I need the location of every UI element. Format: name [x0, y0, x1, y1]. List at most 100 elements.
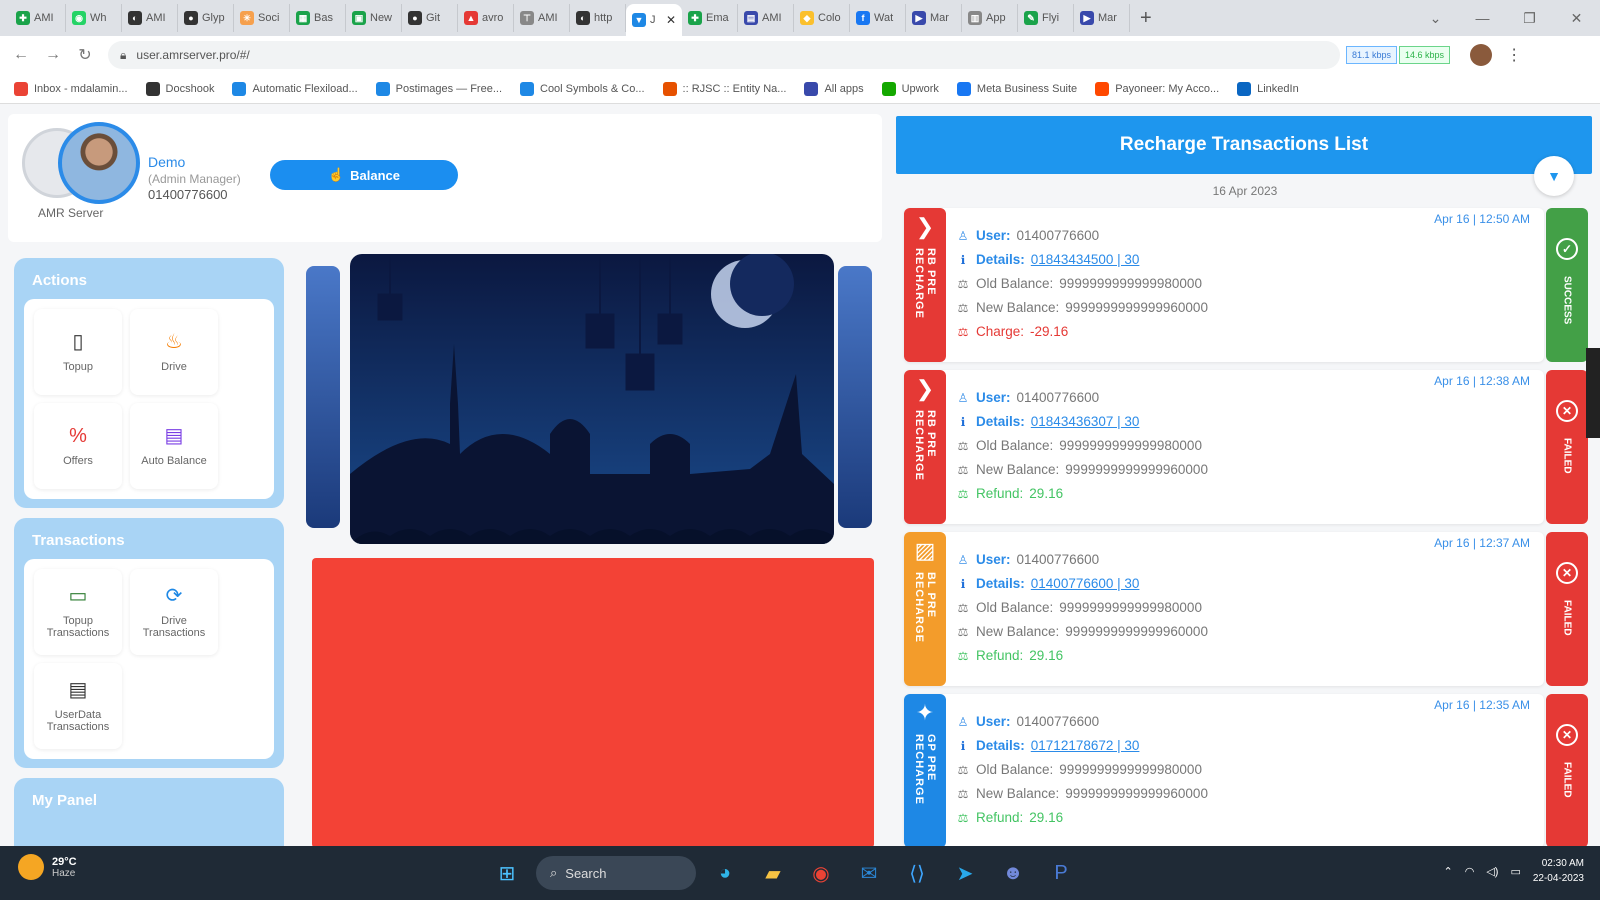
action-tile-topup[interactable]: ▯ Topup	[34, 309, 122, 395]
bookmark-item[interactable]: LinkedIn	[1237, 81, 1299, 96]
browser-tab[interactable]: ● Glyp	[178, 4, 234, 32]
browser-tab[interactable]: ▶ Mar	[1074, 4, 1130, 32]
tx-new-balance-value: 9999999999999960000	[1065, 786, 1208, 801]
bookmark-item[interactable]: All apps	[804, 81, 864, 96]
tx-details-link[interactable]: 01400776600 | 30	[1031, 576, 1140, 591]
transaction-card[interactable]: ❯ RB PRE RECHARGE Apr 16 | 12:38 AM ♙ Us…	[904, 370, 1544, 524]
start-icon[interactable]: ⊞	[488, 854, 526, 892]
browser-tab[interactable]: f Wat	[850, 4, 906, 32]
new-tab-button[interactable]: +	[1140, 7, 1152, 30]
forward-icon[interactable]: →	[44, 46, 62, 64]
bookmark-label: Upwork	[901, 82, 939, 95]
balance-icon: ⚖	[957, 300, 969, 315]
browser-tab[interactable]: ◉ Wh	[66, 4, 122, 32]
close-tab-icon[interactable]: ✕	[666, 13, 676, 27]
profile-avatar[interactable]	[1470, 44, 1493, 66]
balance-button[interactable]: ☝ Balance	[270, 160, 458, 190]
carousel-main-slide[interactable]	[350, 254, 834, 544]
browser-tab[interactable]: ✚ AMI	[10, 4, 66, 32]
bookmark-favicon-icon	[956, 81, 971, 96]
browser-tab[interactable]: ✚ Ema	[682, 4, 738, 32]
tx-details-link[interactable]: 01712178672 | 30	[1031, 738, 1140, 753]
tx-new-balance-row: ⚖ New Balance: 9999999999999960000	[956, 462, 1208, 477]
action-tile-offers[interactable]: % Offers	[34, 403, 122, 489]
action-tile-drive-transactions[interactable]: ⟳ Drive Transactions	[130, 569, 218, 655]
clock-time: 02:30 AM	[1541, 858, 1584, 869]
avatar[interactable]	[58, 122, 140, 204]
browser-tab[interactable]: ▼ J ✕	[626, 4, 682, 36]
tx-details-link[interactable]: 01843434500 | 30	[1031, 252, 1140, 267]
battery-icon[interactable]: ▭	[1510, 865, 1520, 878]
browser-tab[interactable]: ◐ http	[570, 4, 626, 32]
action-tile-auto-balance[interactable]: ▤ Auto Balance	[130, 403, 218, 489]
chrome-icon[interactable]: ◉	[802, 854, 840, 892]
profile-name[interactable]: Demo	[148, 154, 185, 170]
edge-icon[interactable]: ◕	[706, 854, 744, 892]
browser-tab[interactable]: ▥ App	[962, 4, 1018, 32]
tray-chevron-icon[interactable]: ⌃	[1443, 865, 1452, 878]
vscode-icon[interactable]: ⟨⟩	[898, 854, 936, 892]
browser-tab[interactable]: ▤ AMI	[738, 4, 794, 32]
fire-icon: ♨	[165, 331, 183, 353]
tab-favicon-icon: ▦	[296, 11, 310, 25]
file-explorer-icon[interactable]: ▰	[754, 854, 792, 892]
telegram-icon[interactable]: ➤	[946, 854, 984, 892]
clock[interactable]: 02:30 AM 22-04-2023	[1533, 856, 1584, 886]
tx-details-link[interactable]: 01843436307 | 30	[1031, 414, 1140, 429]
filter-icon[interactable]: ▼	[1534, 156, 1574, 196]
balance-button-label: Balance	[350, 167, 401, 183]
banner-carousel[interactable]	[306, 254, 880, 544]
side-tab[interactable]	[1586, 348, 1600, 438]
promo-banner[interactable]	[312, 558, 874, 846]
action-tile-drive[interactable]: ♨ Drive	[130, 309, 218, 395]
transaction-card[interactable]: ▨ BL PRE RECHARGE Apr 16 | 12:37 AM ♙ Us…	[904, 532, 1544, 686]
browser-tab[interactable]: ▲ avro	[458, 4, 514, 32]
info-icon: ℹ	[960, 414, 966, 429]
weather-widget[interactable]: 29°C Haze	[18, 854, 77, 880]
bookmark-item[interactable]: Meta Business Suite	[956, 81, 1077, 96]
address-bar[interactable]: 🔒︎ user.amrserver.pro/#/	[108, 41, 1340, 69]
bookmark-favicon-icon	[662, 81, 677, 96]
browser-tab[interactable]: ▦ Bas	[290, 4, 346, 32]
browser-tab[interactable]: ⊤ AMI	[514, 4, 570, 32]
action-tile-userdata-transactions[interactable]: ▤ UserData Transactions	[34, 663, 122, 749]
close-window-icon[interactable]: ✕	[1553, 10, 1600, 27]
tab-search-icon[interactable]: ⌄	[1412, 10, 1459, 27]
discord-icon[interactable]: ☻	[994, 854, 1032, 892]
transaction-card[interactable]: ✦ GP PRE RECHARGE Apr 16 | 12:35 AM ♙ Us…	[904, 694, 1544, 846]
bookmark-item[interactable]: Postimages — Free...	[375, 81, 502, 96]
taskbar-search[interactable]: ⌕ Search	[536, 856, 696, 890]
back-icon[interactable]: ←	[12, 46, 30, 64]
pycharm-icon[interactable]: P	[1042, 854, 1080, 892]
user-icon: ♙	[957, 714, 969, 729]
user-icon: ♙	[957, 552, 969, 567]
action-tile-topup-transactions[interactable]: ▭ Topup Transactions	[34, 569, 122, 655]
browser-tab[interactable]: ◐ AMI	[122, 4, 178, 32]
maximize-icon[interactable]: ❐	[1506, 10, 1553, 27]
reload-icon[interactable]: ↻	[76, 45, 94, 65]
volume-icon[interactable]: ◁)	[1486, 865, 1498, 878]
transaction-card[interactable]: ❯ RB PRE RECHARGE Apr 16 | 12:50 AM ♙ Us…	[904, 208, 1544, 362]
bookmark-item[interactable]: Payoneer: My Acco...	[1095, 81, 1219, 96]
download-speed: 81.1 kbps	[1346, 46, 1398, 64]
browser-tab[interactable]: ● Git	[402, 4, 458, 32]
browser-tab[interactable]: ✳ Soci	[234, 4, 290, 32]
bookmark-item[interactable]: Automatic Flexiload...	[232, 81, 358, 96]
menu-icon[interactable]: ⋮	[1506, 45, 1522, 65]
bookmark-item[interactable]: :: RJSC :: Entity Na...	[662, 81, 786, 96]
browser-tab[interactable]: ▣ New	[346, 4, 402, 32]
fee-icon: ⚖	[957, 810, 969, 825]
outlook-icon[interactable]: ✉	[850, 854, 888, 892]
browser-tab[interactable]: ✎ Flyi	[1018, 4, 1074, 32]
carousel-prev-slide[interactable]	[306, 266, 340, 528]
bookmark-item[interactable]: Cool Symbols & Co...	[520, 81, 645, 96]
browser-tab[interactable]: ◆ Colo	[794, 4, 850, 32]
bookmark-item[interactable]: Docshook	[145, 81, 214, 96]
minimize-icon[interactable]: —	[1459, 10, 1506, 26]
bookmark-item[interactable]: Upwork	[881, 81, 939, 96]
carousel-next-slide[interactable]	[838, 266, 872, 528]
tx-user-row: ♙ User: 01400776600	[956, 714, 1100, 729]
bookmark-item[interactable]: Inbox - mdalamin...	[14, 81, 128, 96]
wifi-icon[interactable]: ◠	[1465, 865, 1475, 878]
browser-tab[interactable]: ▶ Mar	[906, 4, 962, 32]
